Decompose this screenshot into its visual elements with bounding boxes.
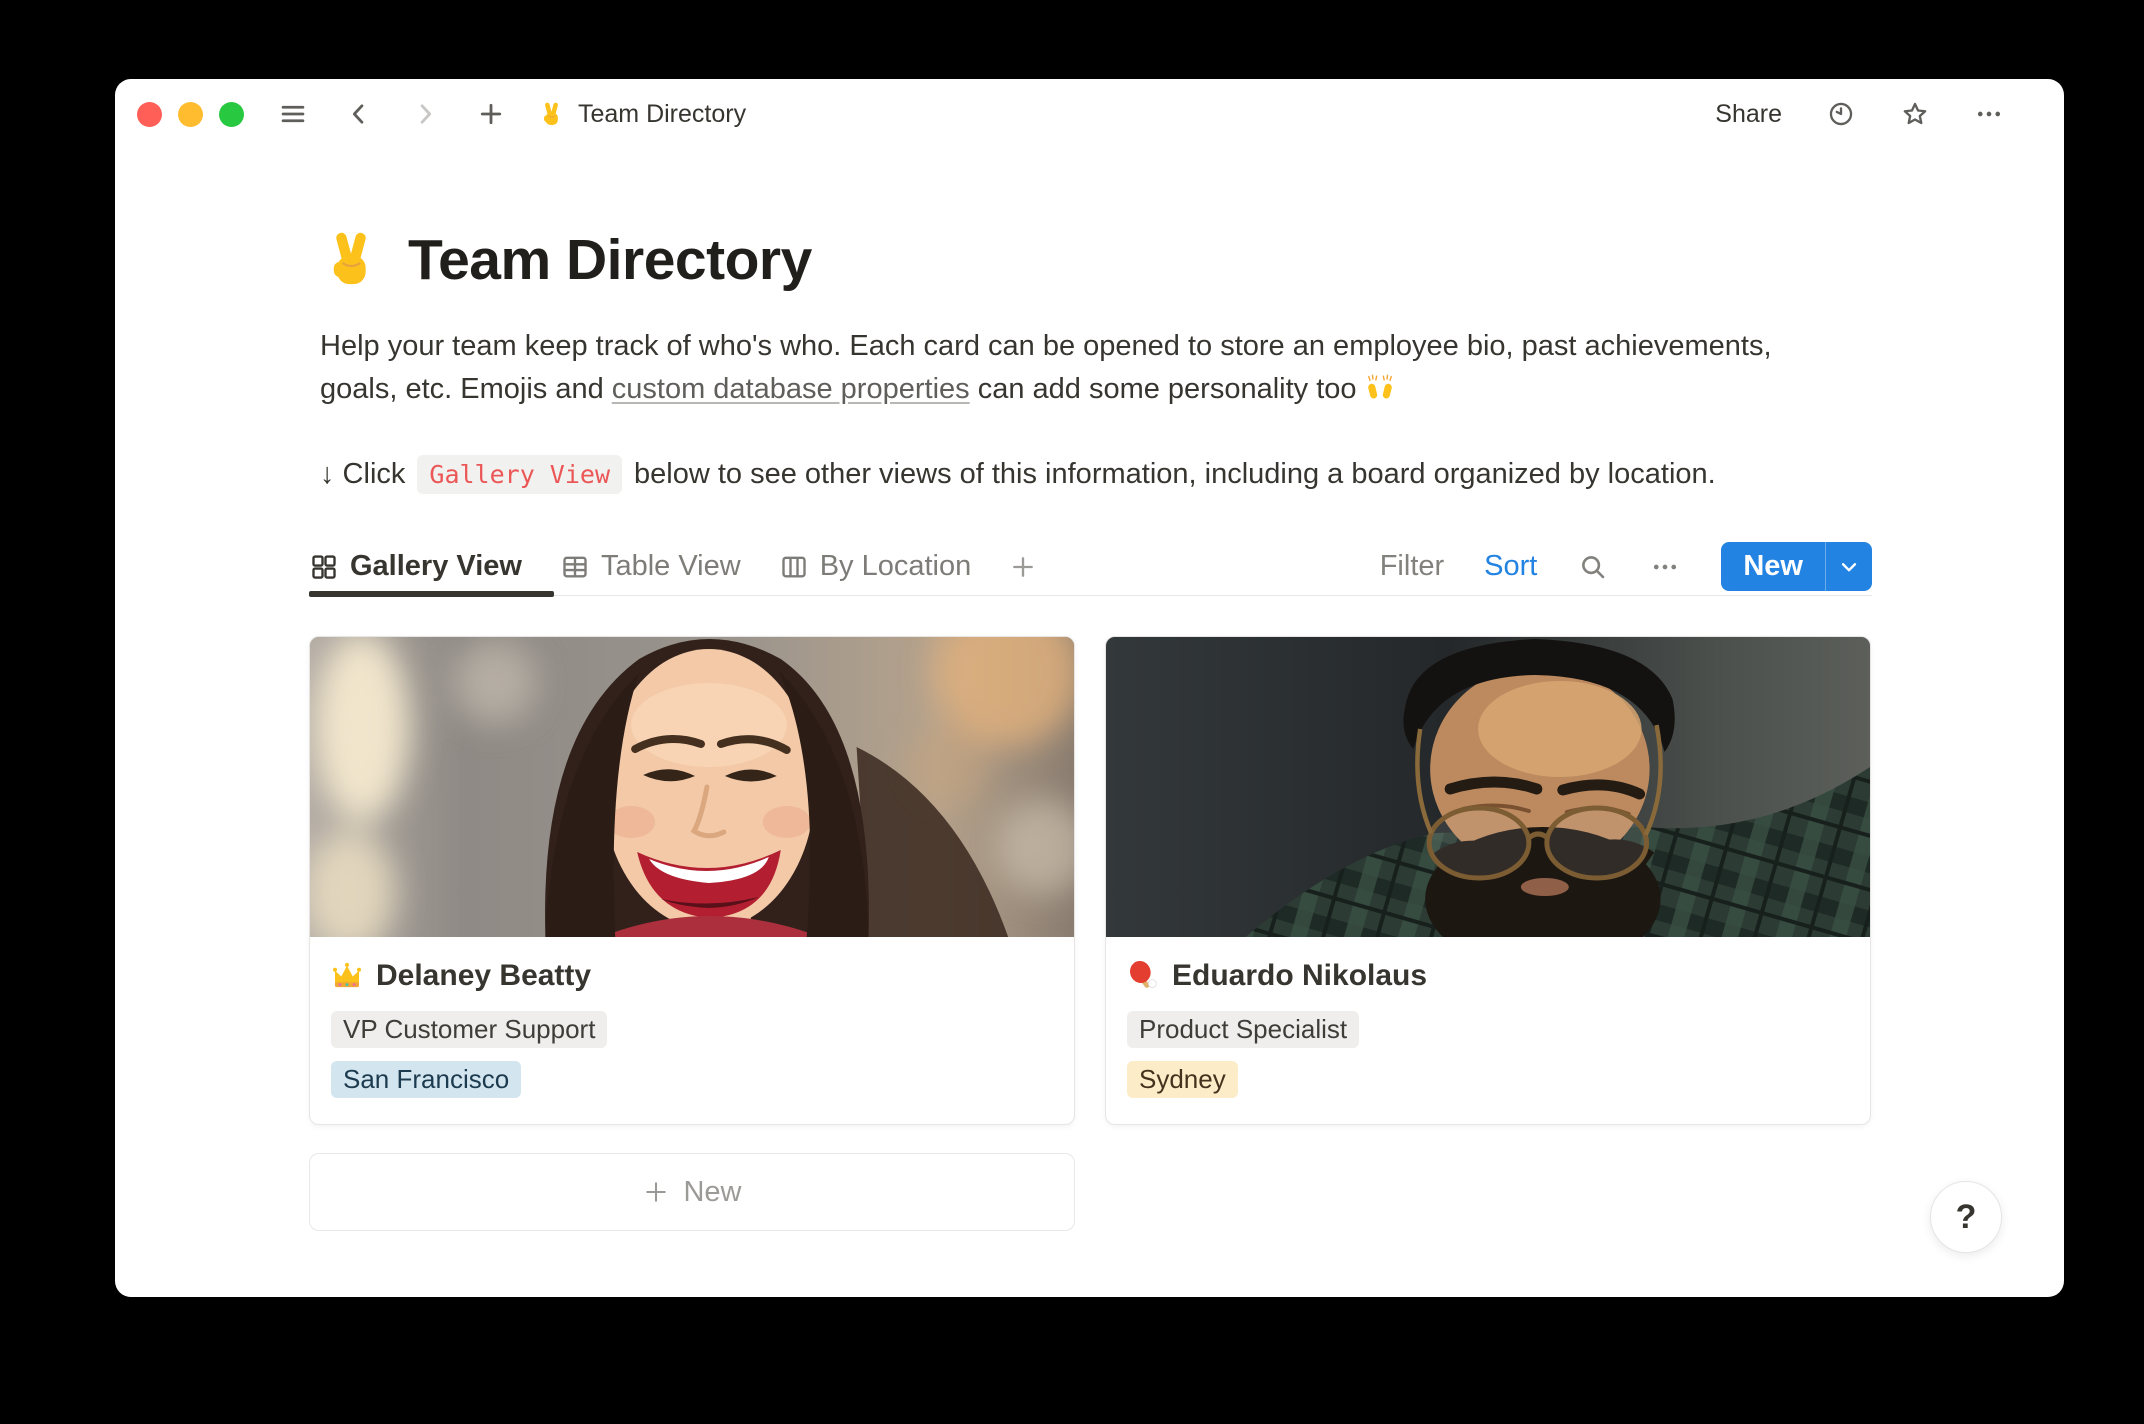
victory-hand-emoji <box>320 229 382 291</box>
active-tab-underline <box>309 591 554 597</box>
breadcrumb-title: Team Directory <box>578 100 746 129</box>
back-icon[interactable] <box>344 99 374 129</box>
view-toolbar: Gallery View Table View By Location <box>309 538 1872 596</box>
chevron-down-icon <box>1838 556 1860 578</box>
new-record-button-group: New <box>1721 542 1872 591</box>
raising-hands-emoji <box>1365 372 1395 402</box>
breadcrumb[interactable]: Team Directory <box>538 100 746 129</box>
gallery-view-code-chip: Gallery View <box>417 455 622 494</box>
card-photo <box>1106 637 1870 937</box>
card-delaney-beatty[interactable]: Delaney Beatty VP Customer Support San F… <box>309 636 1075 1125</box>
plus-icon <box>1009 553 1037 581</box>
history-clock-icon[interactable] <box>1826 99 1856 129</box>
card-photo <box>310 637 1074 937</box>
share-button[interactable]: Share <box>1715 100 1782 129</box>
notion-window: Team Directory Share Team Directory Hel <box>115 79 2064 1297</box>
new-card-button[interactable]: New <box>309 1153 1075 1231</box>
traffic-lights <box>137 102 244 127</box>
role-tag: Product Specialist <box>1127 1011 1359 1048</box>
favorite-star-icon[interactable] <box>1900 99 1930 129</box>
minimize-window-button[interactable] <box>178 102 203 127</box>
tab-by-location[interactable]: By Location <box>779 550 972 583</box>
table-view-icon <box>560 552 590 582</box>
card-eduardo-nikolaus[interactable]: Eduardo Nikolaus Product Specialist Sydn… <box>1105 636 1871 1125</box>
custom-database-properties-link[interactable]: custom database properties <box>612 373 970 405</box>
card-title: Delaney Beatty <box>331 959 1053 993</box>
sort-button[interactable]: Sort <box>1484 550 1537 583</box>
sidebar-menu-icon[interactable] <box>278 99 308 129</box>
page-title: Team Directory <box>309 227 1872 293</box>
new-record-button[interactable]: New <box>1721 542 1825 591</box>
plus-icon <box>642 1178 670 1206</box>
crown-emoji <box>331 960 363 992</box>
search-icon[interactable] <box>1577 551 1609 583</box>
gallery-cards: Delaney Beatty VP Customer Support San F… <box>309 636 1872 1125</box>
tab-table-view[interactable]: Table View <box>560 550 741 583</box>
zoom-window-button[interactable] <box>219 102 244 127</box>
page-description: Help your team keep track of who's who. … <box>309 325 1799 411</box>
role-tag: VP Customer Support <box>331 1011 607 1048</box>
callout-line: ↓ Click Gallery View below to see other … <box>309 455 1872 494</box>
card-body: Delaney Beatty VP Customer Support San F… <box>310 937 1074 1124</box>
add-view-button[interactable] <box>1009 553 1037 581</box>
close-window-button[interactable] <box>137 102 162 127</box>
more-ellipsis-icon[interactable] <box>1974 99 2004 129</box>
card-body: Eduardo Nikolaus Product Specialist Sydn… <box>1106 937 1870 1124</box>
help-button[interactable]: ? <box>1930 1181 2002 1253</box>
filter-button[interactable]: Filter <box>1380 550 1444 583</box>
victory-hand-emoji <box>538 101 565 128</box>
forward-icon[interactable] <box>410 99 440 129</box>
card-title: Eduardo Nikolaus <box>1127 959 1849 993</box>
gallery-view-icon <box>309 552 339 582</box>
window-titlebar: Team Directory Share <box>115 79 2064 149</box>
location-tag: Sydney <box>1127 1061 1238 1098</box>
new-record-dropdown[interactable] <box>1825 542 1872 591</box>
board-view-icon <box>779 552 809 582</box>
location-tag: San Francisco <box>331 1061 521 1098</box>
new-tab-icon[interactable] <box>476 99 506 129</box>
view-options-ellipsis-icon[interactable] <box>1649 551 1681 583</box>
tab-gallery-view[interactable]: Gallery View <box>309 550 522 583</box>
ping-pong-emoji <box>1127 960 1159 992</box>
